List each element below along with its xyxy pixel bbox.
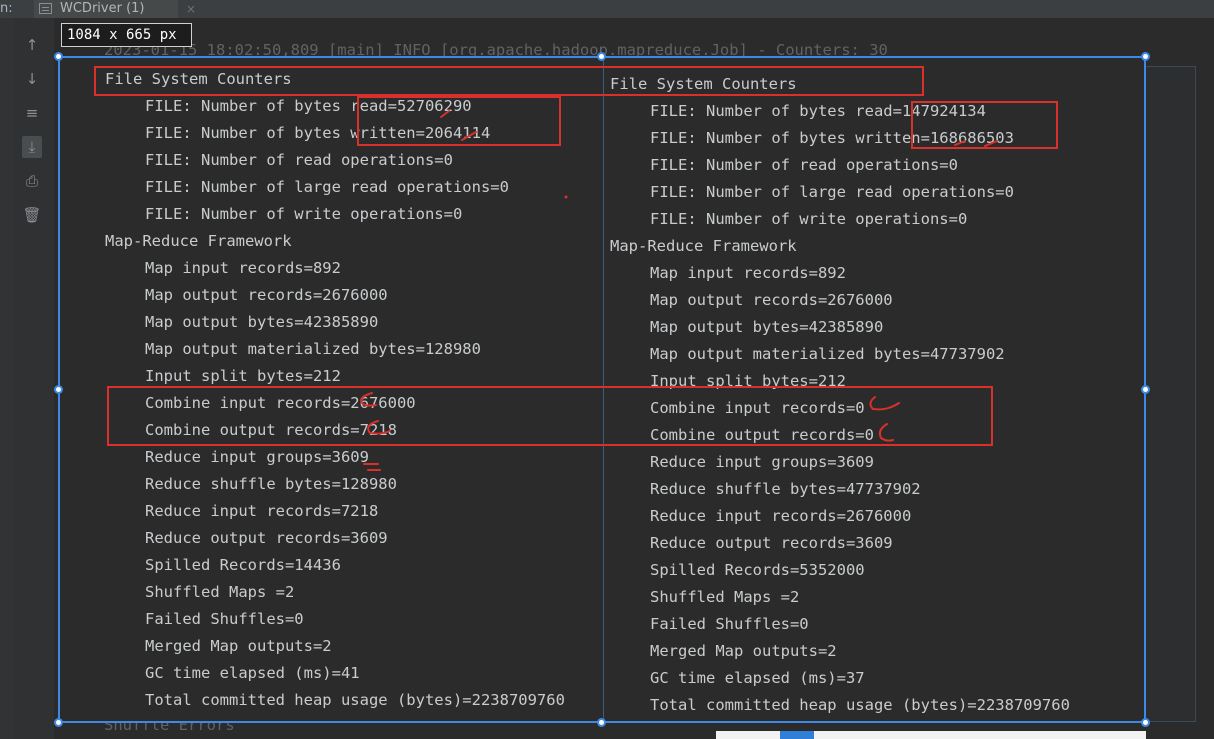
freehand-annotation-marks — [360, 110, 998, 738]
taskbar-active-item[interactable] — [780, 731, 814, 739]
